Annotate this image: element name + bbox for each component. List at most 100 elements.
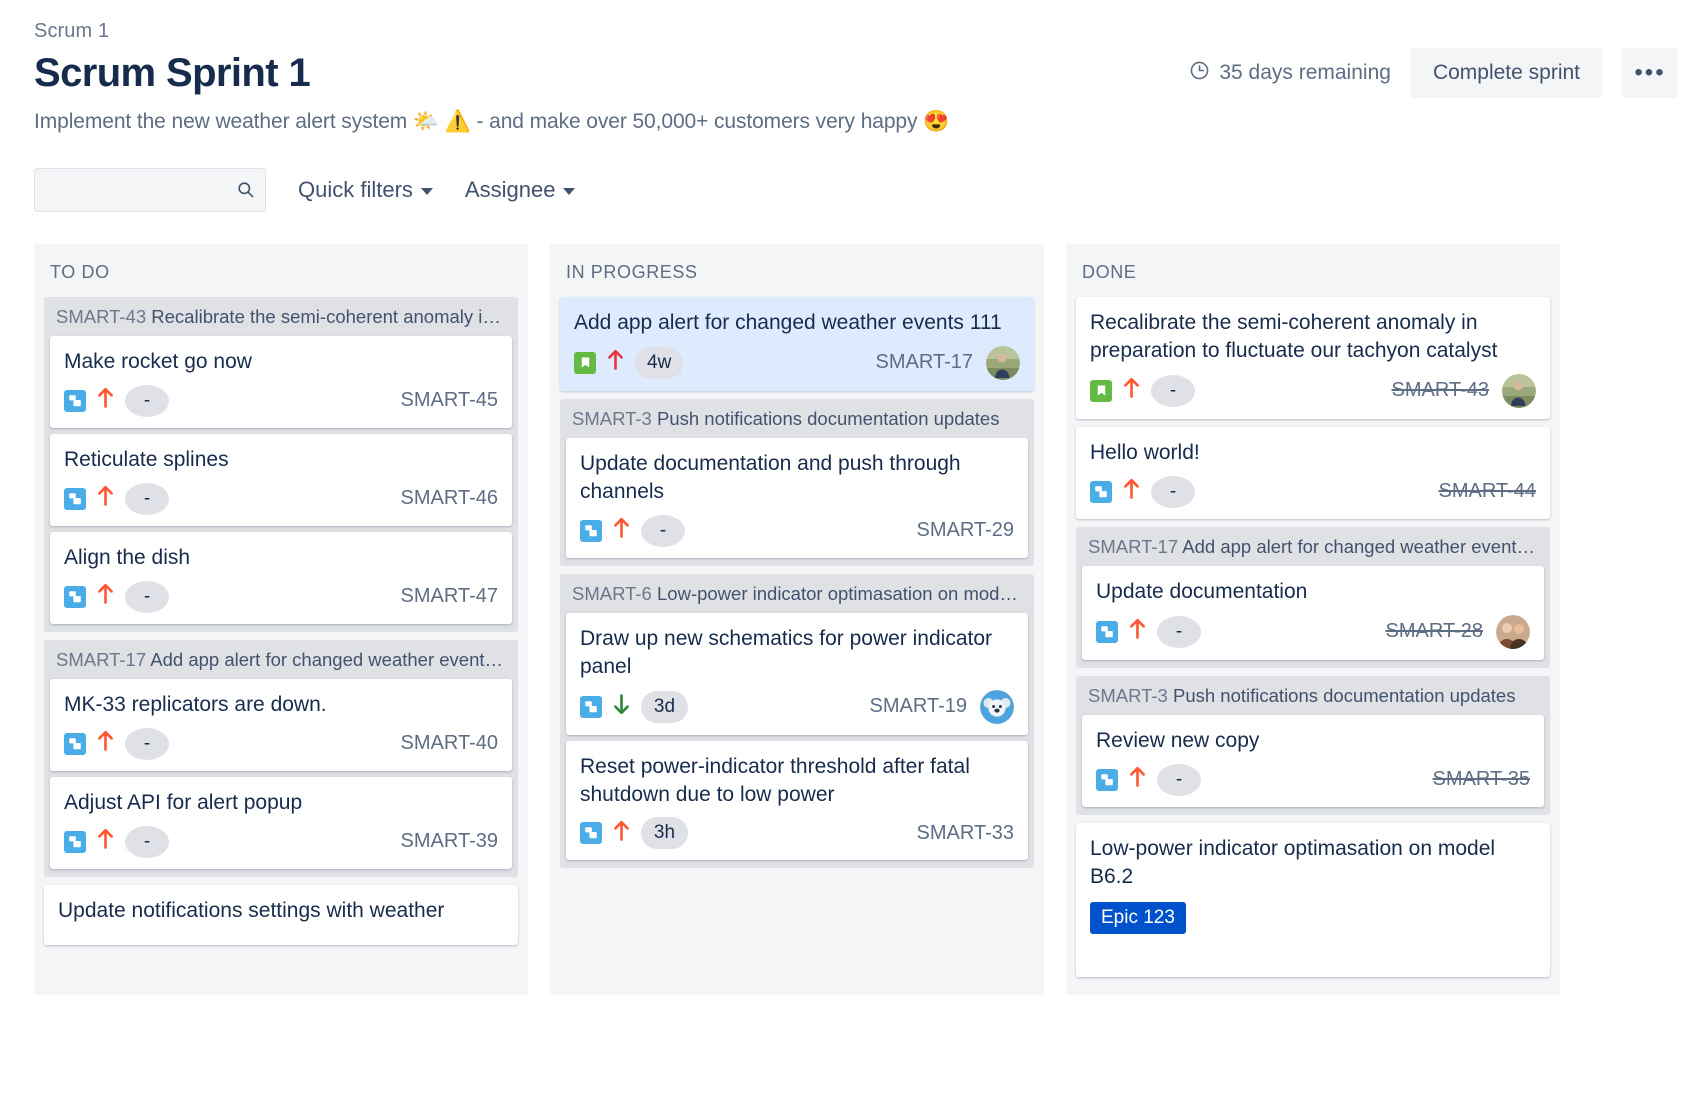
- issue-key[interactable]: SMART-28: [1386, 620, 1483, 643]
- issue-card[interactable]: Reticulate splines - SMART-46: [50, 433, 512, 526]
- subtask-type-icon: [64, 732, 86, 755]
- issue-card[interactable]: Update documentation and push through ch…: [566, 437, 1028, 558]
- unassigned-avatar[interactable]: -: [1151, 475, 1195, 508]
- issue-group: SMART-3 Push notifications documentation…: [1076, 675, 1550, 815]
- header-actions: 35 days remaining Complete sprint •••: [1189, 48, 1678, 98]
- priority-high-icon: [613, 517, 630, 544]
- priority-high-icon: [1129, 766, 1146, 793]
- unassigned-avatar[interactable]: -: [125, 727, 169, 760]
- group-parent-summary: Low-power indicator optimasation on mod…: [657, 582, 1018, 604]
- issue-card[interactable]: Add app alert for changed weather events…: [560, 297, 1034, 391]
- issue-card[interactable]: Review new copy - SMART-35: [1082, 714, 1544, 807]
- issue-card[interactable]: Make rocket go now - SMART-45: [50, 336, 512, 428]
- assignee-dropdown[interactable]: Assignee: [465, 177, 576, 203]
- issue-key[interactable]: SMART-19: [870, 695, 967, 718]
- issue-key[interactable]: SMART-46: [401, 487, 498, 510]
- issue-key[interactable]: SMART-44: [1439, 480, 1536, 503]
- column-header: DONE: [1082, 262, 1137, 282]
- avatar[interactable]: [986, 345, 1020, 380]
- unassigned-avatar[interactable]: -: [125, 384, 169, 417]
- search-input[interactable]: [34, 168, 266, 212]
- issue-group: SMART-3 Push notifications documentation…: [560, 398, 1034, 566]
- issue-title: Low-power indicator optimasation on mode…: [1090, 836, 1496, 888]
- group-parent-label[interactable]: SMART-43 Recalibrate the semi-coherent a…: [44, 297, 518, 336]
- issue-title: Update documentation: [1096, 579, 1308, 603]
- subtask-type-icon: [580, 695, 602, 718]
- group-parent-label[interactable]: SMART-3 Push notifications documentation…: [1076, 676, 1550, 715]
- quick-filters-dropdown[interactable]: Quick filters: [298, 177, 433, 203]
- issue-group: SMART-43 Recalibrate the semi-coherent a…: [44, 297, 518, 632]
- group-parent-summary: Add app alert for changed weather event…: [150, 648, 504, 670]
- breadcrumb[interactable]: Scrum 1: [34, 20, 109, 43]
- issue-key[interactable]: SMART-45: [401, 389, 498, 412]
- issue-key[interactable]: SMART-17: [876, 351, 973, 374]
- issue-key[interactable]: SMART-29: [917, 519, 1014, 542]
- issue-title: Reset power-indicator threshold after fa…: [580, 754, 970, 806]
- avatar[interactable]: [1496, 614, 1530, 649]
- priority-high-icon: [607, 349, 624, 376]
- estimate-pill: 3h: [641, 817, 688, 850]
- card-footer: - SMART-39: [64, 825, 498, 858]
- chevron-down-icon: [420, 188, 433, 195]
- column-body: Recalibrate the semi-coherent anomaly in…: [1066, 297, 1560, 978]
- issue-card[interactable]: Update notifications settings with weath…: [44, 884, 518, 945]
- group-parent-label[interactable]: SMART-17 Add app alert for changed weath…: [1076, 527, 1550, 566]
- group-parent-label[interactable]: SMART-6 Low-power indicator optimasation…: [560, 574, 1034, 613]
- days-remaining: 35 days remaining: [1189, 60, 1391, 87]
- avatar[interactable]: [1502, 373, 1536, 408]
- group-parent-key: SMART-6: [572, 582, 652, 604]
- epic-badge[interactable]: Epic 123: [1090, 902, 1186, 935]
- issue-card[interactable]: Align the dish - SMART-47: [50, 531, 512, 624]
- card-footer: - SMART-29: [580, 514, 1014, 547]
- card-footer: - SMART-40: [64, 727, 498, 760]
- issue-card[interactable]: Hello world! - SMART-44: [1076, 426, 1550, 519]
- issue-card[interactable]: Draw up new schematics for power indicat…: [566, 612, 1028, 735]
- issue-key[interactable]: SMART-47: [401, 585, 498, 608]
- subtask-type-icon: [1096, 768, 1118, 791]
- issue-card[interactable]: Adjust API for alert popup - SMART-39: [50, 776, 512, 869]
- priority-high-icon: [97, 828, 114, 855]
- issue-key[interactable]: SMART-40: [401, 732, 498, 755]
- priority-high-icon: [97, 387, 114, 414]
- issue-title: Make rocket go now: [64, 350, 252, 373]
- issue-key[interactable]: SMART-35: [1433, 768, 1530, 791]
- ellipsis-icon: •••: [1634, 59, 1666, 86]
- group-parent-label[interactable]: SMART-3 Push notifications documentation…: [560, 399, 1034, 438]
- issue-title: Draw up new schematics for power indicat…: [580, 626, 993, 678]
- jira-board-page: Scrum 1 Scrum Sprint 1 35 days remaining…: [0, 0, 1708, 1112]
- filter-bar: Quick filters Assignee: [34, 168, 576, 212]
- issue-key[interactable]: SMART-39: [401, 830, 498, 853]
- unassigned-avatar[interactable]: -: [1157, 763, 1201, 796]
- issue-key[interactable]: SMART-43: [1392, 379, 1489, 402]
- column-header: IN PROGRESS: [566, 262, 698, 282]
- koala-avatar[interactable]: [980, 689, 1014, 724]
- issue-card[interactable]: Update documentation - SMART-28: [1082, 565, 1544, 660]
- unassigned-avatar[interactable]: -: [1151, 374, 1195, 407]
- issue-card[interactable]: Reset power-indicator threshold after fa…: [566, 740, 1028, 861]
- issue-card[interactable]: Low-power indicator optimasation on mode…: [1076, 822, 1550, 978]
- column-body: SMART-43 Recalibrate the semi-coherent a…: [34, 297, 528, 945]
- issue-card[interactable]: MK-33 replicators are down. - SMART-40: [50, 678, 512, 771]
- issue-card[interactable]: Recalibrate the semi-coherent anomaly in…: [1076, 297, 1550, 419]
- unassigned-avatar[interactable]: -: [1157, 615, 1201, 648]
- unassigned-avatar[interactable]: -: [641, 514, 685, 547]
- unassigned-avatar[interactable]: -: [125, 482, 169, 515]
- group-parent-label[interactable]: SMART-17 Add app alert for changed weath…: [44, 640, 518, 679]
- more-actions-button[interactable]: •••: [1622, 48, 1678, 98]
- priority-high-icon: [1129, 618, 1146, 645]
- complete-sprint-button[interactable]: Complete sprint: [1410, 48, 1602, 98]
- priority-high-icon: [1123, 478, 1140, 505]
- search-wrap: [34, 168, 266, 212]
- board-column: DONE Recalibrate the semi-coherent anoma…: [1066, 244, 1560, 996]
- story-type-icon: [574, 351, 596, 374]
- issue-group: SMART-17 Add app alert for changed weath…: [1076, 526, 1550, 668]
- issue-key[interactable]: SMART-33: [917, 822, 1014, 845]
- unassigned-avatar[interactable]: -: [125, 825, 169, 858]
- priority-high-icon: [97, 583, 114, 610]
- group-parent-summary: Recalibrate the semi-coherent anomaly i…: [151, 306, 501, 327]
- title-row: Scrum Sprint 1 35 days remaining Complet…: [34, 48, 1678, 98]
- unassigned-avatar[interactable]: -: [125, 580, 169, 613]
- clock-icon: [1189, 60, 1210, 87]
- group-parent-key: SMART-3: [572, 407, 652, 429]
- group-parent-key: SMART-17: [1088, 535, 1179, 557]
